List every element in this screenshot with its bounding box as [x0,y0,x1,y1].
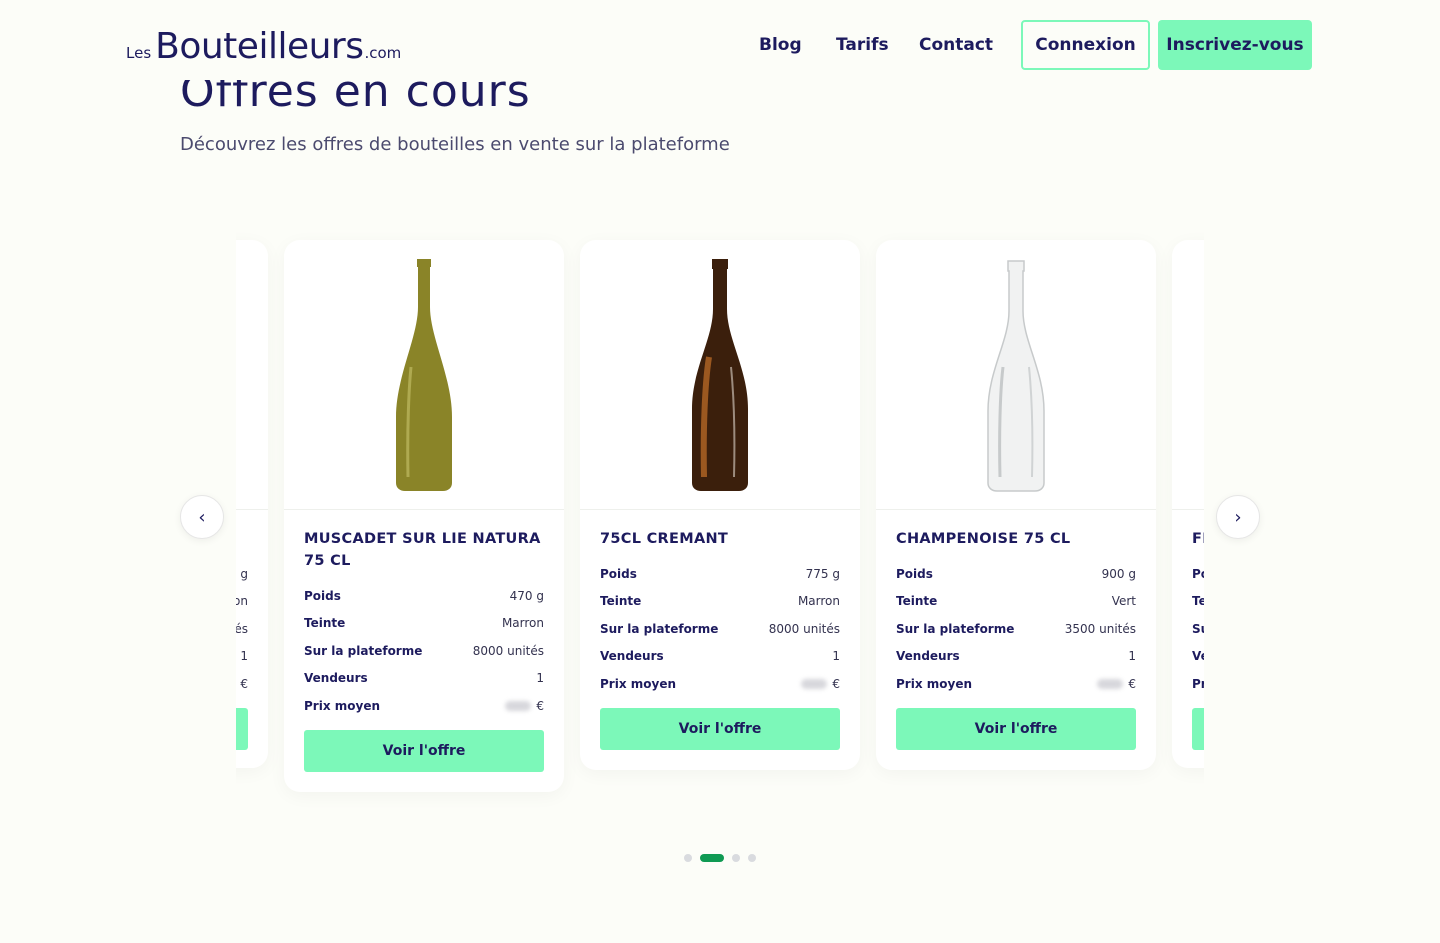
signup-button[interactable]: Inscrivez-vous [1158,20,1312,70]
tint-label: Teinte [304,616,346,631]
offer-price: € [801,677,840,691]
offer-tint: Marron [797,594,840,609]
stock-label: Sur la plateforme [600,621,719,636]
offer-price: € [1097,677,1136,691]
view-offer-button[interactable]: Voir l'offre [304,729,544,772]
offer-card: MUSCADET SUR LIE NATURA 75 CL Poids 470 g… [284,240,564,792]
blurred-price [801,679,828,690]
offer-card: CHAMPENOISE 75 CL Poids 900 g Teinte Vert … [876,240,1156,770]
offer-stock: 3500 unités [1064,621,1136,636]
nav-link-tarifs[interactable]: Tarifs [836,35,889,55]
offer-price-currency: € [240,676,248,691]
sellers-label: Vendeurs [1192,649,1204,664]
nav-link-blog[interactable]: Blog [759,35,802,55]
offer-sellers: 1 [536,671,544,686]
view-offer-button[interactable]: Voir l'offre [600,707,840,750]
offers-carousel: g on és 1 € MUSCADET SUR LIE NATURA 75 C… [236,230,1204,810]
offer-card-partial-right: FI Poids Teinte Sur la plateforme Vendeu… [1172,240,1204,768]
tint-label: Teinte [600,594,642,609]
offer-title: MUSCADET SUR LIE NATURA 75 CL [304,531,541,569]
section-title-wrapper: Offres en cours [180,80,780,124]
bottle-cremant-icon [692,258,748,491]
offer-sellers: 1 [240,649,248,664]
offer-tint: Vert [1111,594,1136,609]
stock-label: Sur la plateforme [1192,621,1204,636]
price-label: Prix moyen [896,676,972,691]
carousel-next-button[interactable]: › [1216,495,1260,539]
site-logo[interactable]: Les Bouteilleurs .com [126,26,401,67]
tint-label: Teinte [1192,594,1204,609]
blurred-price [1097,679,1124,690]
offer-weight: 775 g [805,566,840,581]
view-offer-button[interactable] [236,707,248,750]
view-offer-button[interactable] [1192,707,1204,750]
pagination-dot[interactable] [748,854,756,862]
offer-weight: 900 g [1101,566,1136,581]
offer-title: 75CL CREMANT [600,531,729,547]
carousel-pagination [684,854,756,862]
offer-tint: Marron [501,616,544,631]
chevron-left-icon: ‹ [198,506,206,528]
offer-stock: 8000 unités [768,621,840,636]
tint-label: Teinte [896,594,938,609]
view-offer-button[interactable]: Voir l'offre [896,707,1136,750]
stock-label: Sur la plateforme [896,621,1015,636]
sellers-label: Vendeurs [600,649,664,664]
section-subtitle: Découvrez les offres de bouteilles en ve… [180,134,730,155]
bottle-muscadet-icon [396,258,452,491]
offer-price-currency: € [832,676,840,691]
blurred-price [505,701,532,712]
offer-sellers: 1 [1128,649,1136,664]
bottle-image [876,240,1156,510]
sellers-label: Vendeurs [896,649,960,664]
carousel-prev-button[interactable]: ‹ [180,495,224,539]
offer-weight: g [240,566,248,581]
offer-price-currency: € [1128,676,1136,691]
offer-weight: 470 g [509,588,544,603]
logo-suffix: .com [364,44,402,62]
bottle-image [580,240,860,510]
offer-sellers: 1 [832,649,840,664]
stock-label: Sur la plateforme [304,643,423,658]
weight-label: Poids [896,566,933,581]
section-title: Offres en cours [180,80,531,117]
offer-title: FI [1192,531,1204,547]
weight-label: Poids [304,588,341,603]
offer-stock: és [236,621,248,636]
offer-price: € [505,699,544,713]
logo-main: Bouteilleurs [155,26,364,67]
offer-title: CHAMPENOISE 75 CL [896,531,1071,547]
nav-link-contact[interactable]: Contact [919,35,993,55]
weight-label: Poids [1192,566,1204,581]
bottle-champenoise-icon [987,259,1045,492]
login-button[interactable]: Connexion [1021,20,1150,70]
offer-tint: on [236,594,248,609]
offer-card-partial-left: g on és 1 € [236,240,268,768]
bottle-image [284,240,564,510]
weight-label: Poids [600,566,637,581]
price-label: Prix moyen [600,676,676,691]
pagination-dot[interactable] [732,854,740,862]
pagination-dot[interactable] [684,854,692,862]
price-label: Prix moyen [1192,676,1204,691]
pagination-dot-active[interactable] [700,854,724,862]
offer-stock: 8000 unités [472,643,544,658]
logo-prefix: Les [126,44,152,62]
sellers-label: Vendeurs [304,671,368,686]
offer-card: 75CL CREMANT Poids 775 g Teinte Marron Sur… [580,240,860,770]
chevron-right-icon: › [1234,506,1242,528]
offer-price-currency: € [536,698,544,713]
price-label: Prix moyen [304,698,380,713]
